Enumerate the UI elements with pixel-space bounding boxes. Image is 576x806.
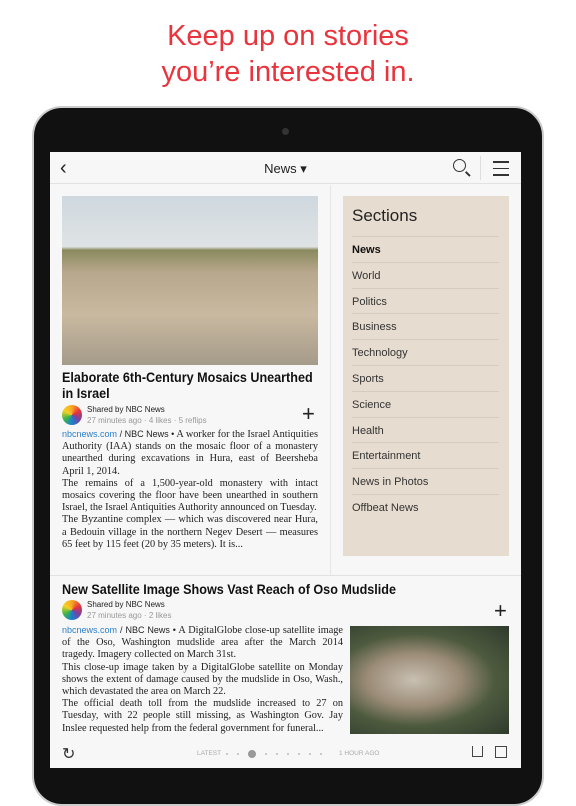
latest-label: LATEST [197,750,222,757]
section-item[interactable]: News [352,236,499,262]
promo-line: Keep up on stories [167,20,409,52]
source-link[interactable]: nbcnews.com [62,625,117,635]
section-item[interactable]: Business [352,313,499,339]
publisher: / NBC News • [120,625,176,635]
divider [330,185,331,575]
section-item[interactable]: Technology [352,339,499,365]
section-item[interactable]: Health [352,416,499,443]
article-title[interactable]: Elaborate 6th-Century Mosaics Unearthed … [62,369,314,401]
camera [282,128,289,135]
page-dot[interactable] [248,750,256,758]
shared-by: Shared by NBC News [87,405,165,414]
section-item[interactable]: Politics [352,287,499,314]
compose-icon[interactable] [495,746,507,758]
paragraph: The official death toll from the mudslid… [62,698,343,734]
share-icon[interactable] [472,746,483,757]
bottom-bar: ↻ LATEST 1 HOUR AGO [50,742,521,768]
page-dot[interactable] [265,753,267,755]
shared-by: Shared by NBC News [87,600,165,609]
page-dot[interactable] [237,753,239,755]
paragraph: The Byzantine complex — which was discov… [62,514,318,550]
article-title[interactable]: New Satellite Image Shows Vast Reach of … [62,581,396,597]
top-bar: ‹ News ▾ [50,152,521,184]
sections-panel: Sections News World Politics Business Techno… [343,196,509,556]
nbc-logo-avatar [62,600,82,620]
page-dot[interactable] [309,753,311,755]
add-icon[interactable]: + [302,401,315,427]
article-excerpt: nbcnews.com / NBC News • A worker for th… [62,428,318,551]
section-item[interactable]: News in Photos [352,468,499,494]
refresh-icon[interactable]: ↻ [62,744,75,764]
page-dot[interactable] [298,753,300,755]
article-excerpt: nbcnews.com / NBC News • A DigitalGlobe … [62,624,343,735]
section-item[interactable]: World [352,261,499,288]
paragraph: This close-up image taken by a DigitalGl… [62,661,343,698]
page-dot[interactable] [276,753,278,755]
search-icon[interactable] [453,159,466,172]
article-image[interactable] [350,626,509,734]
page-dot[interactable] [320,753,322,755]
nbc-logo-avatar [62,405,82,425]
page-dot[interactable] [226,753,228,755]
divider [50,575,521,576]
section-item[interactable]: Offbeat News [352,493,499,520]
sections-list: News World Politics Business Technology Sport… [352,236,499,520]
article-stats: 27 minutes ago · 4 likes · 5 reflips [87,416,207,425]
page-dot[interactable] [287,753,289,755]
menu-icon[interactable] [493,161,509,181]
divider [480,156,481,180]
article-meta: Shared by NBC News 27 minutes ago · 2 li… [62,600,322,624]
publisher: / NBC News • [119,429,175,439]
promo-line: you’re interested in. [161,56,415,88]
section-item[interactable]: Entertainment [352,442,499,468]
section-title-dropdown[interactable]: News ▾ [50,161,521,177]
article-stats: 27 minutes ago · 2 likes [87,611,172,620]
section-item[interactable]: Science [352,390,499,417]
source-link[interactable]: nbcnews.com [62,429,117,439]
article-image[interactable] [62,196,318,365]
sections-heading: Sections [352,206,418,225]
paragraph: The remains of a 1,500-year-old monaster… [62,477,318,514]
app-screen: ‹ News ▾ Elaborate 6th-Century Mosaics U… [50,152,521,768]
promo-headline: Keep up on stories you’re interested in. [0,18,576,90]
section-item[interactable]: Sports [352,364,499,391]
add-icon[interactable]: + [494,598,507,624]
time-label: 1 HOUR AGO [339,750,380,757]
page-indicator[interactable] [226,750,322,758]
article-meta: Shared by NBC News 27 minutes ago · 4 li… [62,405,322,429]
